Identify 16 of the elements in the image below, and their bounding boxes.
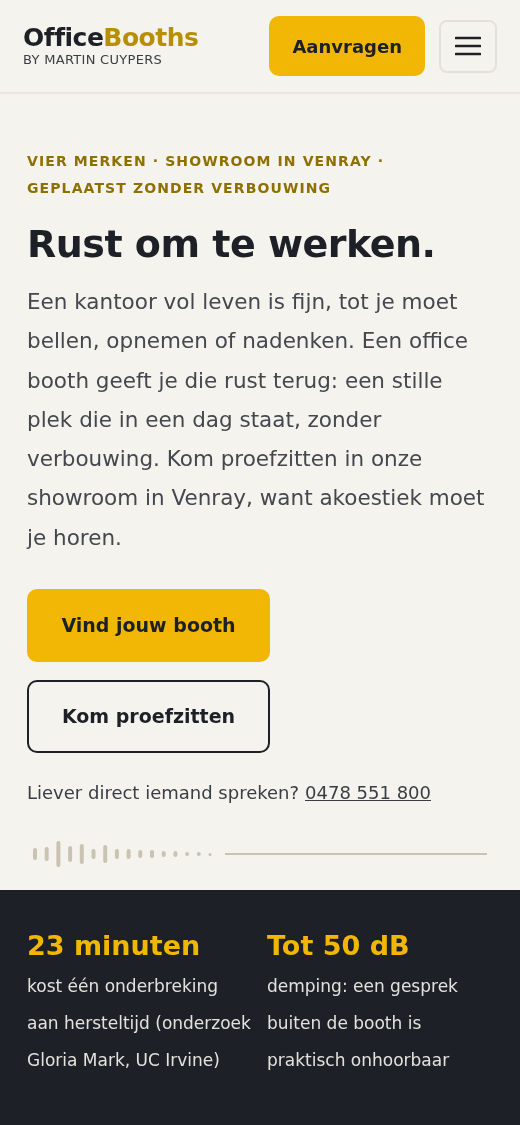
find-booth-button[interactable]: Vind jouw booth	[27, 589, 270, 663]
eyebrow-text: VIER MERKEN · SHOWROOM IN VENRAY · GEPLAATST ZONDER VERBOUWING	[27, 152, 386, 198]
stat-description: demping: een gesprek buiten de booth is praktisch onhoorbaar	[267, 975, 459, 1073]
phone-link[interactable]: 0478 551 800	[305, 779, 431, 807]
menu-button[interactable]	[439, 19, 497, 73]
hero-paragraph: Een kantoor vol leven is fijn, tot je moet bellen, opnemen of nadenken. Een office booth geeft je die rust terug: een stille plek die in een dag staat, zonder verbouwing. Kom proefzitten in onze showroom in Venray, want akoestiek moet je horen.	[27, 288, 486, 552]
tagline: BY MARTIN CUYPERS	[23, 52, 164, 68]
hero-title: Rust om te werken.	[27, 221, 437, 268]
try-out-button[interactable]: Kom proefzitten	[27, 680, 270, 754]
contact-text: Liever direct iemand spreken?	[27, 781, 300, 806]
menu-icon	[455, 36, 481, 56]
request-button[interactable]: Aanvragen	[269, 16, 425, 76]
logo[interactable]: OfficeBooths	[23, 24, 199, 52]
stat-description: kost één onderbreking aan hersteltijd (onderzoek Gloria Mark, UC Irvine)	[27, 975, 252, 1073]
stat-value: Tot 50 dB	[267, 929, 411, 964]
stat-value: 23 minuten	[27, 929, 202, 964]
